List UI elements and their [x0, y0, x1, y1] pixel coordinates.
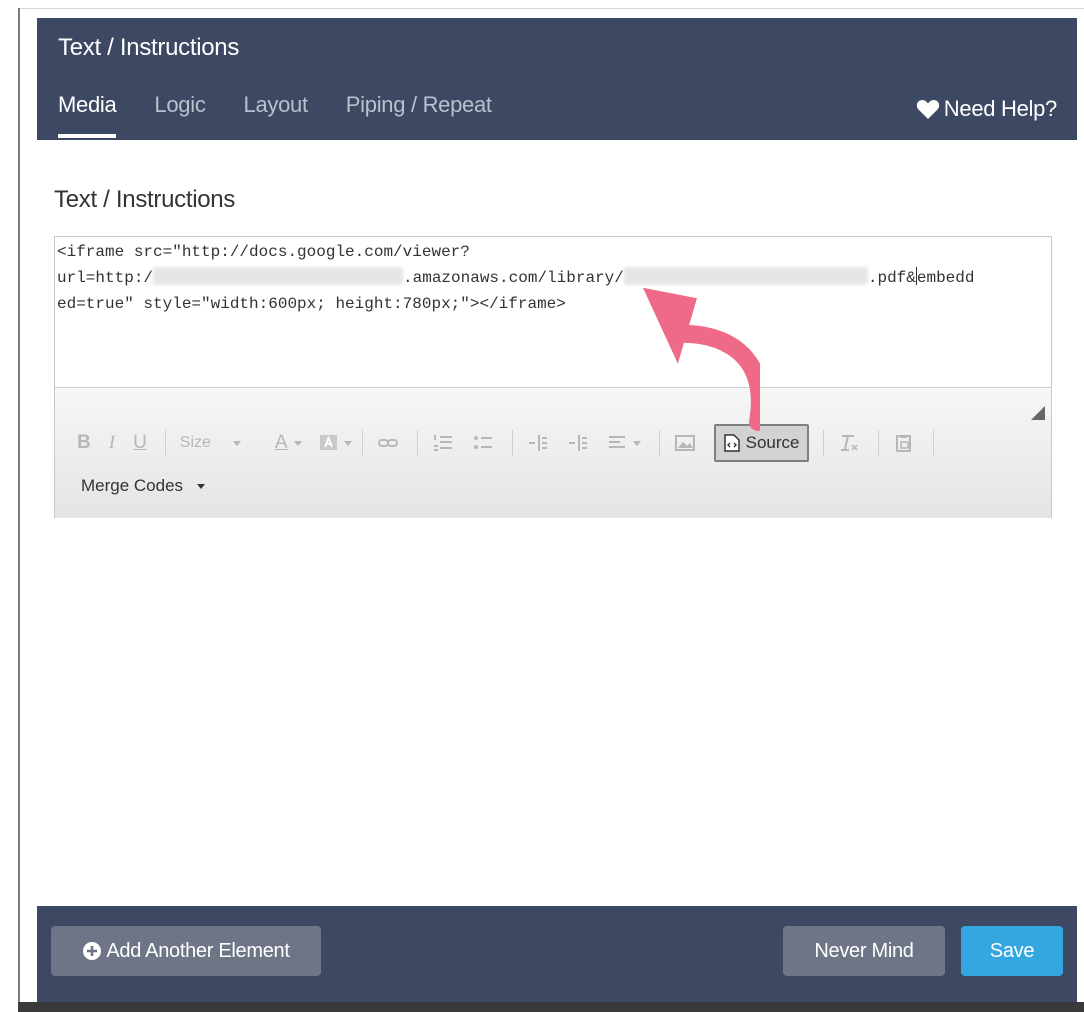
toolbar-divider — [933, 430, 935, 456]
outdent-icon — [528, 435, 547, 451]
screenshot-frame-top — [18, 8, 1084, 9]
link-button[interactable] — [377, 434, 399, 452]
need-help-link[interactable]: Need Help? — [916, 96, 1057, 122]
bold-button[interactable]: B — [77, 432, 91, 454]
never-mind-button[interactable]: Never Mind — [783, 926, 945, 976]
screenshot-frame-left — [18, 8, 20, 1004]
modal-header: Text / Instructions Media Logic Layout P… — [37, 18, 1077, 140]
toolbar-divider — [511, 430, 513, 456]
tab-piping-repeat[interactable]: Piping / Repeat — [346, 92, 492, 118]
source-line-2d: embedd — [916, 269, 975, 287]
toolbar-divider — [361, 430, 363, 456]
source-line-2c: .pdf& — [867, 269, 916, 287]
align-left-icon — [608, 436, 625, 448]
redacted-host — [153, 267, 404, 285]
tab-layout[interactable]: Layout — [244, 92, 309, 118]
italic-button[interactable]: I — [109, 432, 115, 454]
image-icon — [674, 435, 695, 451]
background-color-button[interactable] — [318, 434, 352, 452]
tab-logic[interactable]: Logic — [154, 92, 205, 118]
chevron-down-icon — [343, 440, 352, 446]
tab-bar: Media Logic Layout Piping / Repeat — [58, 92, 530, 138]
screenshot-frame-bottom — [18, 1002, 1084, 1012]
outdent-button[interactable] — [527, 434, 549, 452]
text-color-button[interactable]: A — [275, 432, 302, 454]
source-line-1: <iframe src="http://docs.google.com/view… — [57, 243, 470, 261]
font-size-label: Size — [179, 434, 211, 451]
resize-grip-icon[interactable] — [1031, 406, 1045, 420]
indent-button[interactable] — [567, 434, 589, 452]
toolbar-divider — [823, 430, 825, 456]
source-code-textarea[interactable]: <iframe src="http://docs.google.com/view… — [55, 237, 1051, 387]
toolbar-divider — [658, 430, 660, 456]
tab-media[interactable]: Media — [58, 92, 117, 138]
text-color-label: A — [274, 432, 288, 453]
link-icon — [377, 439, 398, 447]
plus-circle-icon — [83, 942, 102, 960]
section-title: Text / Instructions — [54, 186, 236, 213]
remove-format-button[interactable] — [838, 434, 860, 452]
source-line-3: ed=true" style="width:600px; height:780p… — [57, 295, 566, 313]
toolbar-divider — [164, 430, 166, 456]
chevron-down-icon — [632, 440, 641, 446]
bulleted-list-button[interactable] — [472, 434, 494, 452]
image-button[interactable] — [674, 434, 696, 452]
toolbar-row: B I U Size A Source — [77, 424, 948, 462]
toolbar-divider — [878, 430, 880, 456]
paste-from-word-button[interactable] — [893, 434, 915, 452]
background-color-icon — [319, 435, 337, 450]
redacted-filename — [623, 267, 868, 285]
numbered-list-button[interactable] — [432, 434, 454, 452]
underline-button[interactable]: U — [133, 432, 147, 454]
add-another-element-label: Add Another Element — [106, 939, 290, 962]
toolbar-divider — [416, 430, 418, 456]
need-help-label: Need Help? — [943, 96, 1058, 121]
source-line-2a: url=http:/ — [57, 269, 154, 287]
editor-toolbar: B I U Size A Source Merge Codes — [55, 387, 1051, 518]
merge-codes-label: Merge Codes — [81, 476, 184, 495]
chevron-down-icon — [293, 440, 302, 446]
modal-title: Text / Instructions — [58, 34, 240, 61]
heart-icon — [916, 99, 939, 119]
source-button[interactable]: Source — [713, 424, 810, 462]
source-line-2b: .amazonaws.com/library/ — [403, 269, 624, 287]
merge-codes-dropdown[interactable]: Merge Codes — [81, 476, 206, 496]
font-size-dropdown[interactable]: Size — [180, 434, 241, 452]
chevron-down-icon — [232, 440, 241, 446]
source-code-icon — [723, 434, 740, 452]
modal-footer: Add Another Element Never Mind Save — [37, 906, 1077, 1002]
numbered-list-icon — [433, 435, 452, 451]
chevron-down-icon — [197, 483, 206, 489]
bulleted-list-icon — [473, 436, 492, 449]
remove-format-icon — [841, 435, 859, 451]
add-another-element-button[interactable]: Add Another Element — [51, 926, 321, 976]
paste-icon — [896, 435, 912, 452]
source-label: Source — [745, 433, 800, 452]
indent-icon — [568, 435, 587, 451]
save-button[interactable]: Save — [961, 926, 1063, 976]
edit-question-modal: Text / Instructions Media Logic Layout P… — [37, 18, 1077, 1002]
align-dropdown[interactable] — [607, 434, 641, 452]
rich-text-editor: <iframe src="http://docs.google.com/view… — [54, 236, 1052, 518]
